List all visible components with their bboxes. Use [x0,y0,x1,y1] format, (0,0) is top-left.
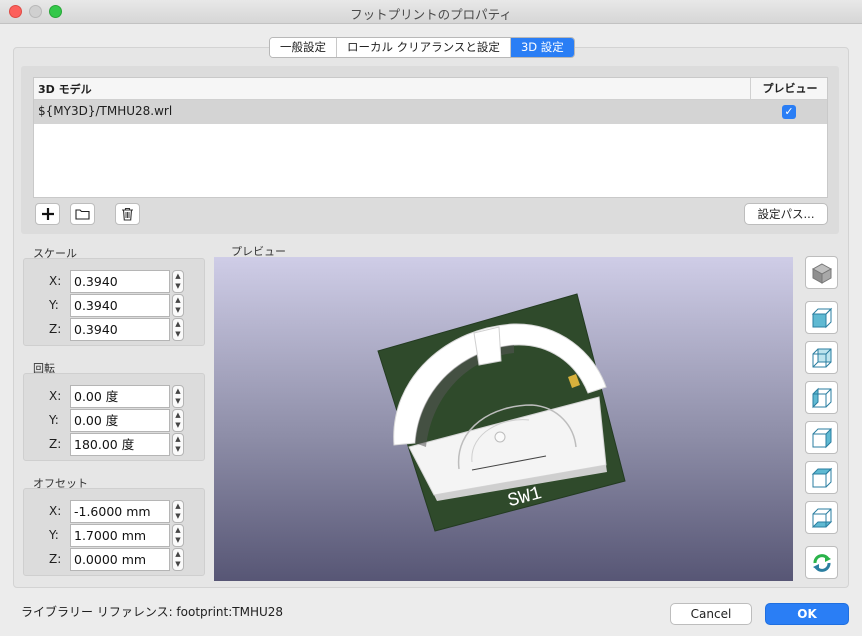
model-table: 3D モデル プレビュー ${MY3D}/TMHU28.wrl ✓ [33,77,828,198]
rotation-y-input[interactable]: 0.00 度 [70,409,170,432]
scale-z-input[interactable]: 0.3940 [70,318,170,341]
rotation-x-input[interactable]: 0.00 度 [70,385,170,408]
offset-y-stepper[interactable]: ▲ ▼ [172,524,184,547]
scale-x-input[interactable]: 0.3940 [70,270,170,293]
model-path-cell[interactable]: ${MY3D}/TMHU28.wrl [38,104,172,118]
rotation-x-label: X: [49,389,62,403]
view-bottom-icon [811,508,832,527]
title-bar: フットプリントのプロパティ [0,0,862,24]
scale-z-row: Z: 0.3940 ▲ ▼ [23,318,205,342]
view-iso-button[interactable] [805,256,838,289]
model-column-header[interactable]: 3D モデル [38,81,92,97]
scale-x-stepper[interactable]: ▲ ▼ [172,270,184,293]
scale-z-stepper[interactable]: ▲ ▼ [172,318,184,341]
tab-local-clearance[interactable]: ローカル クリアランスと設定 [337,38,511,57]
scale-y-stepper[interactable]: ▲ ▼ [172,294,184,317]
switch-tab [473,326,502,366]
view-left-button[interactable] [805,381,838,414]
reload-icon [812,553,831,572]
scale-y-input[interactable]: 0.3940 [70,294,170,317]
view-right-icon [812,427,831,448]
preview-checkbox[interactable]: ✓ [782,105,796,119]
preview-column-header[interactable]: プレビュー [750,78,829,100]
scale-x-row: X: 0.3940 ▲ ▼ [23,270,205,294]
cancel-button[interactable]: Cancel [670,603,752,625]
tab-general[interactable]: 一般設定 [270,38,337,57]
view-bottom-button[interactable] [805,501,838,534]
view-left-icon [812,387,831,408]
view-top-button[interactable] [805,461,838,494]
add-model-button[interactable] [35,203,60,225]
3d-model-render: SW1 [377,293,626,532]
offset-y-label: Y: [49,528,59,542]
offset-z-input[interactable]: 0.0000 mm [70,548,170,571]
rotation-y-stepper[interactable]: ▲ ▼ [172,409,184,432]
offset-z-row: Z: 0.0000 mm ▲ ▼ [23,548,205,572]
view-back-button[interactable] [805,341,838,374]
library-reference: ライブラリー リファレンス: footprint:TMHU28 [21,605,284,619]
ok-button[interactable]: OK [765,603,849,625]
rotation-z-row: Z: 180.00 度 ▲ ▼ [23,433,205,457]
window-title: フットプリントのプロパティ [350,7,512,22]
switch-pivot [494,431,506,443]
tab-bar: 一般設定 ローカル クリアランスと設定 3D 設定 [269,37,575,58]
scale-x-label: X: [49,274,62,288]
offset-x-row: X: -1.6000 mm ▲ ▼ [23,500,205,524]
offset-x-stepper[interactable]: ▲ ▼ [172,500,184,523]
folder-icon [75,209,90,220]
rotation-y-label: Y: [49,413,59,427]
view-front-icon [811,307,832,328]
view-top-icon [811,467,832,487]
table-header: 3D モデル プレビュー [34,78,827,100]
3d-preview-canvas[interactable]: SW1 [214,257,793,581]
rotation-z-label: Z: [49,437,62,451]
rotation-x-stepper[interactable]: ▲ ▼ [172,385,184,408]
offset-y-input[interactable]: 1.7000 mm [70,524,170,547]
remove-model-button[interactable] [115,203,140,225]
scale-y-row: Y: 0.3940 ▲ ▼ [23,294,205,318]
view-front-button[interactable] [805,301,838,334]
scale-z-label: Z: [49,322,62,336]
offset-x-input[interactable]: -1.6000 mm [70,500,170,523]
preview-cell: ✓ [750,100,829,124]
offset-z-stepper[interactable]: ▲ ▼ [172,548,184,571]
reload-view-button[interactable] [805,546,838,579]
view-back-icon [812,348,831,367]
rotation-z-stepper[interactable]: ▲ ▼ [172,433,184,456]
configure-paths-button[interactable]: 設定パス... [744,203,828,225]
rotation-y-row: Y: 0.00 度 ▲ ▼ [23,409,205,433]
view-right-button[interactable] [805,421,838,454]
tab-3d-settings[interactable]: 3D 設定 [510,38,574,57]
offset-x-label: X: [49,504,62,518]
rotation-z-input[interactable]: 180.00 度 [70,433,170,456]
offset-y-row: Y: 1.7000 mm ▲ ▼ [23,524,205,548]
browse-model-button[interactable] [70,203,95,225]
scale-y-label: Y: [49,298,59,312]
trash-icon [122,207,133,221]
plus-icon [41,208,54,220]
cube-iso-icon [811,262,832,284]
table-row[interactable]: ${MY3D}/TMHU28.wrl ✓ [34,100,827,124]
rotation-x-row: X: 0.00 度 ▲ ▼ [23,385,205,409]
offset-z-label: Z: [49,552,62,566]
